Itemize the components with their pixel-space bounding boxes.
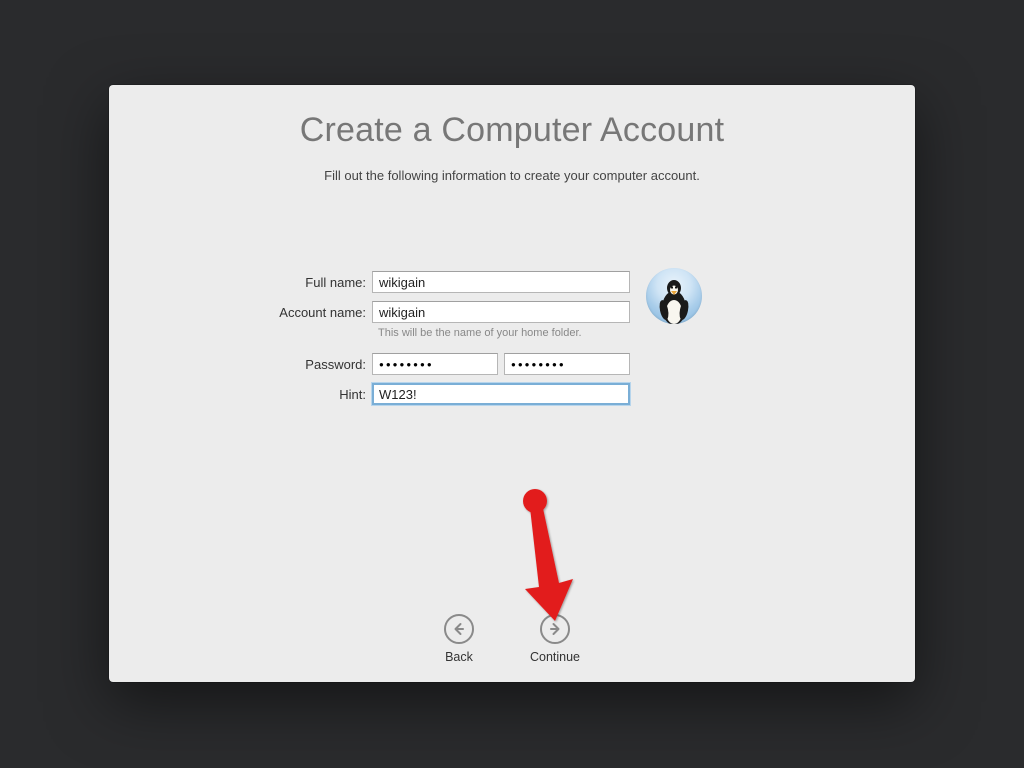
continue-label: Continue (530, 650, 580, 664)
hint-input[interactable] (372, 383, 630, 405)
account-name-input[interactable] (372, 301, 630, 323)
account-name-helper: This will be the name of your home folde… (378, 327, 915, 339)
full-name-input[interactable] (372, 271, 630, 293)
password-confirm-input[interactable]: ●●●●●●●● (504, 353, 630, 375)
password-label: Password: (109, 357, 372, 372)
password-input[interactable]: ●●●●●●●● (372, 353, 498, 375)
account-avatar[interactable] (646, 268, 702, 324)
back-label: Back (445, 650, 473, 664)
page-subtitle: Fill out the following information to cr… (324, 168, 700, 183)
back-button[interactable]: Back (444, 614, 474, 664)
full-name-label: Full name: (109, 275, 372, 290)
hint-label: Hint: (109, 387, 372, 402)
setup-panel: Create a Computer Account Fill out the f… (109, 85, 915, 682)
nav-buttons: Back Continue (109, 614, 915, 664)
penguin-icon (646, 268, 702, 324)
arrow-right-icon (540, 614, 570, 644)
arrow-left-icon (444, 614, 474, 644)
account-name-label: Account name: (109, 305, 372, 320)
continue-button[interactable]: Continue (530, 614, 580, 664)
page-title: Create a Computer Account (300, 111, 725, 150)
account-form: Full name: Account name: This will be th… (109, 271, 915, 413)
